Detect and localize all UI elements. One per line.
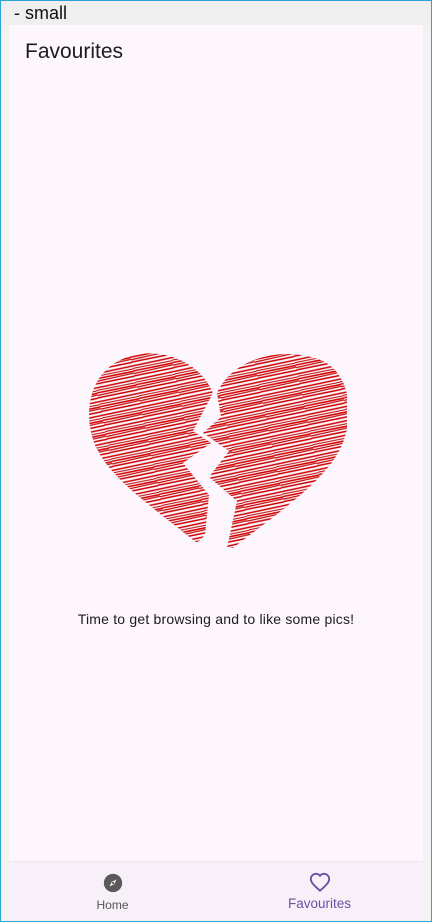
nav-item-favourites[interactable]: Favourites xyxy=(216,862,423,920)
heart-outline-icon xyxy=(309,872,330,893)
broken-heart-illustration xyxy=(87,345,349,550)
page-title: Favourites xyxy=(25,40,124,63)
nav-label-home: Home xyxy=(96,898,129,912)
nav-label-favourites: Favourites xyxy=(287,896,352,911)
nav-item-home[interactable]: Home xyxy=(9,862,216,920)
broken-heart-icon xyxy=(89,353,349,548)
empty-state-message: Time to get browsing and to like some pi… xyxy=(77,611,355,627)
compass-icon xyxy=(103,873,122,893)
bottom-navigation: Home Favourites xyxy=(9,861,423,920)
app-screen: Favourites Time to get browsing and to l… xyxy=(9,25,423,920)
window-title: - small xyxy=(0,0,432,25)
